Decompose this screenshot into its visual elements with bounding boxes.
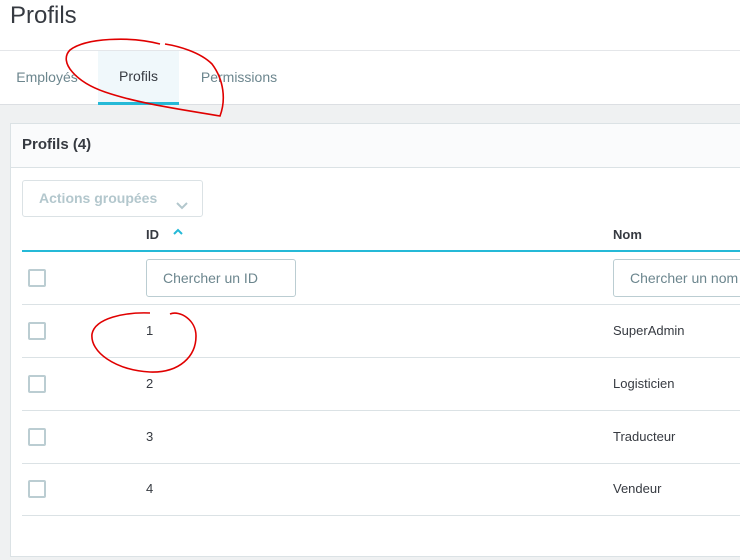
page-header: Profils Employés Profils Permissions bbox=[0, 0, 740, 105]
row-id: 2 bbox=[146, 376, 154, 391]
table-row[interactable]: 1 SuperAdmin bbox=[22, 305, 740, 358]
row-name: Vendeur bbox=[613, 481, 662, 496]
column-header-name[interactable]: Nom bbox=[613, 227, 642, 242]
bulk-actions-dropdown[interactable]: Actions groupées bbox=[22, 180, 203, 217]
page-title: Profils bbox=[10, 2, 77, 29]
row-checkbox[interactable] bbox=[28, 480, 46, 498]
row-name: SuperAdmin bbox=[613, 323, 685, 338]
tab-profiles[interactable]: Profils bbox=[98, 51, 179, 105]
row-name: Logisticien bbox=[613, 376, 675, 391]
select-all-checkbox[interactable] bbox=[28, 269, 46, 287]
tab-employees[interactable]: Employés bbox=[0, 51, 94, 105]
bulk-actions-label: Actions groupées bbox=[39, 190, 158, 206]
row-checkbox[interactable] bbox=[28, 322, 46, 340]
row-checkbox[interactable] bbox=[28, 428, 46, 446]
panel-header: Profils (4) bbox=[11, 124, 740, 168]
table-row[interactable]: 2 Logisticien bbox=[22, 358, 740, 411]
column-header-id-label: ID bbox=[146, 227, 159, 242]
tab-permissions[interactable]: Permissions bbox=[183, 51, 295, 105]
name-filter-input[interactable] bbox=[613, 259, 740, 297]
caret-up-icon[interactable] bbox=[173, 225, 183, 242]
row-checkbox[interactable] bbox=[28, 375, 46, 393]
row-id: 1 bbox=[146, 323, 154, 338]
table-header: ID Nom bbox=[22, 223, 740, 252]
row-id: 3 bbox=[146, 429, 154, 444]
profiles-panel: Profils (4) Actions groupées ID Nom 1 Su… bbox=[10, 123, 740, 557]
column-header-id[interactable]: ID bbox=[146, 227, 183, 242]
id-filter-input[interactable] bbox=[146, 259, 296, 297]
filter-row bbox=[22, 252, 740, 305]
panel-title: Profils (4) bbox=[22, 136, 92, 153]
row-name: Traducteur bbox=[613, 429, 676, 444]
table-row[interactable]: 3 Traducteur bbox=[22, 411, 740, 464]
row-id: 4 bbox=[146, 481, 154, 496]
chevron-down-icon bbox=[176, 191, 188, 226]
table-row[interactable]: 4 Vendeur bbox=[22, 463, 740, 516]
